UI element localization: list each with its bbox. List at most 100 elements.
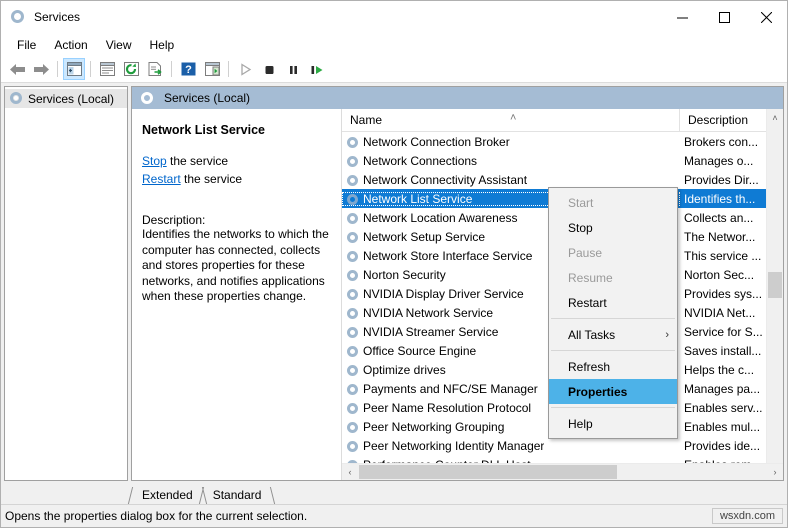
table-row[interactable]: Network Connection BrokerBrokers con...R [342, 132, 783, 151]
scroll-up-button[interactable]: ˄ [767, 109, 783, 126]
table-row[interactable]: Network ConnectionsManages o...R [342, 151, 783, 170]
gear-icon [346, 363, 360, 377]
service-name-label: Network Location Awareness [363, 210, 518, 225]
back-button[interactable] [6, 58, 28, 80]
cell-description: Provides ide... [684, 438, 761, 453]
cell-description: Saves install... [684, 343, 762, 358]
start-service-button[interactable] [234, 58, 256, 80]
toolbar-separator [171, 61, 172, 77]
tab-extended[interactable]: Extended [132, 487, 203, 504]
restart-service-button[interactable] [306, 58, 328, 80]
cell-description: Identifies th... [684, 191, 756, 206]
stop-service-link[interactable]: Stop [142, 154, 167, 168]
gear-icon [346, 344, 360, 358]
service-name-label: Peer Name Resolution Protocol [363, 400, 532, 415]
gear-icon [346, 173, 360, 187]
tree-item-services-local[interactable]: Services (Local) [5, 89, 127, 108]
svg-text:?: ? [185, 64, 192, 76]
show-console-button[interactable] [201, 58, 223, 80]
menu-file[interactable]: File [8, 35, 45, 55]
restart-service-suffix: the service [180, 172, 243, 186]
gear-icon [346, 325, 360, 339]
context-menu-item-label: Start [568, 195, 594, 210]
gear-icon [10, 9, 26, 25]
cell-description: Helps the c... [684, 362, 755, 377]
context-menu-item[interactable]: Stop [549, 215, 677, 240]
context-menu-item[interactable]: Restart [549, 290, 677, 315]
restart-service-link[interactable]: Restart [142, 172, 181, 186]
gear-icon [346, 382, 360, 396]
service-name-label: Network List Service [363, 191, 473, 206]
pane-header: Services (Local) [132, 87, 783, 109]
horizontal-scroll-thumb[interactable] [359, 465, 617, 479]
menu-view[interactable]: View [97, 35, 141, 55]
context-menu-item-label: All Tasks [568, 327, 616, 342]
scroll-right-button[interactable]: › [767, 464, 783, 480]
cell-service-name: Peer Networking Identity Manager [342, 439, 680, 453]
chevron-right-icon: › [665, 328, 669, 341]
cell-description: Collects an... [684, 210, 754, 225]
stop-service-button[interactable] [258, 58, 280, 80]
column-header-name[interactable]: Name ˄ [342, 109, 680, 131]
gear-icon [346, 135, 360, 149]
gear-icon [346, 192, 360, 206]
show-hide-tree-button[interactable] [63, 58, 85, 80]
menu-help[interactable]: Help [141, 35, 184, 55]
close-button[interactable] [745, 1, 787, 33]
export-list-button[interactable] [144, 58, 166, 80]
table-row[interactable]: Performance Counter DLL HostEnables rem.… [342, 455, 783, 463]
watermark: wsxdn.com [711, 508, 783, 524]
gear-icon [346, 230, 360, 244]
description-label: Description: [142, 213, 206, 227]
menu-separator [551, 318, 675, 319]
context-menu-item-label: Properties [568, 384, 628, 399]
service-name-label: Network Store Interface Service [363, 248, 533, 263]
selected-service-title: Network List Service [142, 123, 265, 137]
cell-description: Provides Dir... [684, 172, 759, 187]
window-controls [661, 1, 787, 33]
description-text: Identifies the networks to which the com… [142, 227, 329, 303]
gear-icon [346, 439, 360, 453]
service-name-label: Payments and NFC/SE Manager [363, 381, 538, 396]
vertical-scroll-thumb[interactable] [768, 272, 782, 298]
cell-description: Brokers con... [684, 134, 759, 149]
cell-description: Norton Sec... [684, 267, 755, 282]
gear-icon [9, 91, 24, 106]
vertical-scrollbar[interactable]: ˄ ˅ [766, 109, 783, 480]
cell-description: Provides sys... [684, 286, 763, 301]
forward-button[interactable] [30, 58, 52, 80]
gear-icon [346, 306, 360, 320]
tab-standard[interactable]: Standard [203, 487, 272, 504]
restart-service-line: Restart the service [142, 171, 329, 187]
context-menu-item-label: Refresh [568, 359, 611, 374]
pause-service-button[interactable] [282, 58, 304, 80]
cell-description: Manages pa... [684, 381, 761, 396]
cell-description: NVIDIA Net... [684, 305, 756, 320]
context-menu-item[interactable]: Help [549, 411, 677, 436]
refresh-button[interactable] [120, 58, 142, 80]
service-name-label: Network Setup Service [363, 229, 486, 244]
context-menu-item: Resume [549, 265, 677, 290]
context-menu-item[interactable]: Properties [549, 379, 677, 404]
horizontal-scrollbar[interactable]: ‹ › [342, 463, 783, 480]
context-menu-item[interactable]: All Tasks › [549, 322, 677, 347]
window-title: Services [34, 10, 81, 24]
cell-service-name: Network Connectivity Assistant [342, 173, 680, 187]
gear-icon [346, 249, 360, 263]
services-window: Services File Action View Help ? Service… [0, 0, 788, 528]
properties-button[interactable] [96, 58, 118, 80]
view-tabs: Extended Standard [1, 484, 787, 504]
column-header-description[interactable]: Description [680, 109, 768, 131]
gear-icon [346, 154, 360, 168]
column-header-name-label: Name [350, 113, 383, 127]
context-menu-item[interactable]: Refresh [549, 354, 677, 379]
context-menu-item-label: Restart [568, 295, 607, 310]
minimize-button[interactable] [661, 1, 703, 33]
maximize-button[interactable] [703, 1, 745, 33]
help-button[interactable]: ? [177, 58, 199, 80]
toolbar-separator [90, 61, 91, 77]
menu-action[interactable]: Action [45, 35, 96, 55]
scroll-left-button[interactable]: ‹ [342, 464, 358, 480]
context-menu-item-label: Resume [568, 270, 613, 285]
console-tree-pane: Services (Local) [4, 86, 128, 481]
